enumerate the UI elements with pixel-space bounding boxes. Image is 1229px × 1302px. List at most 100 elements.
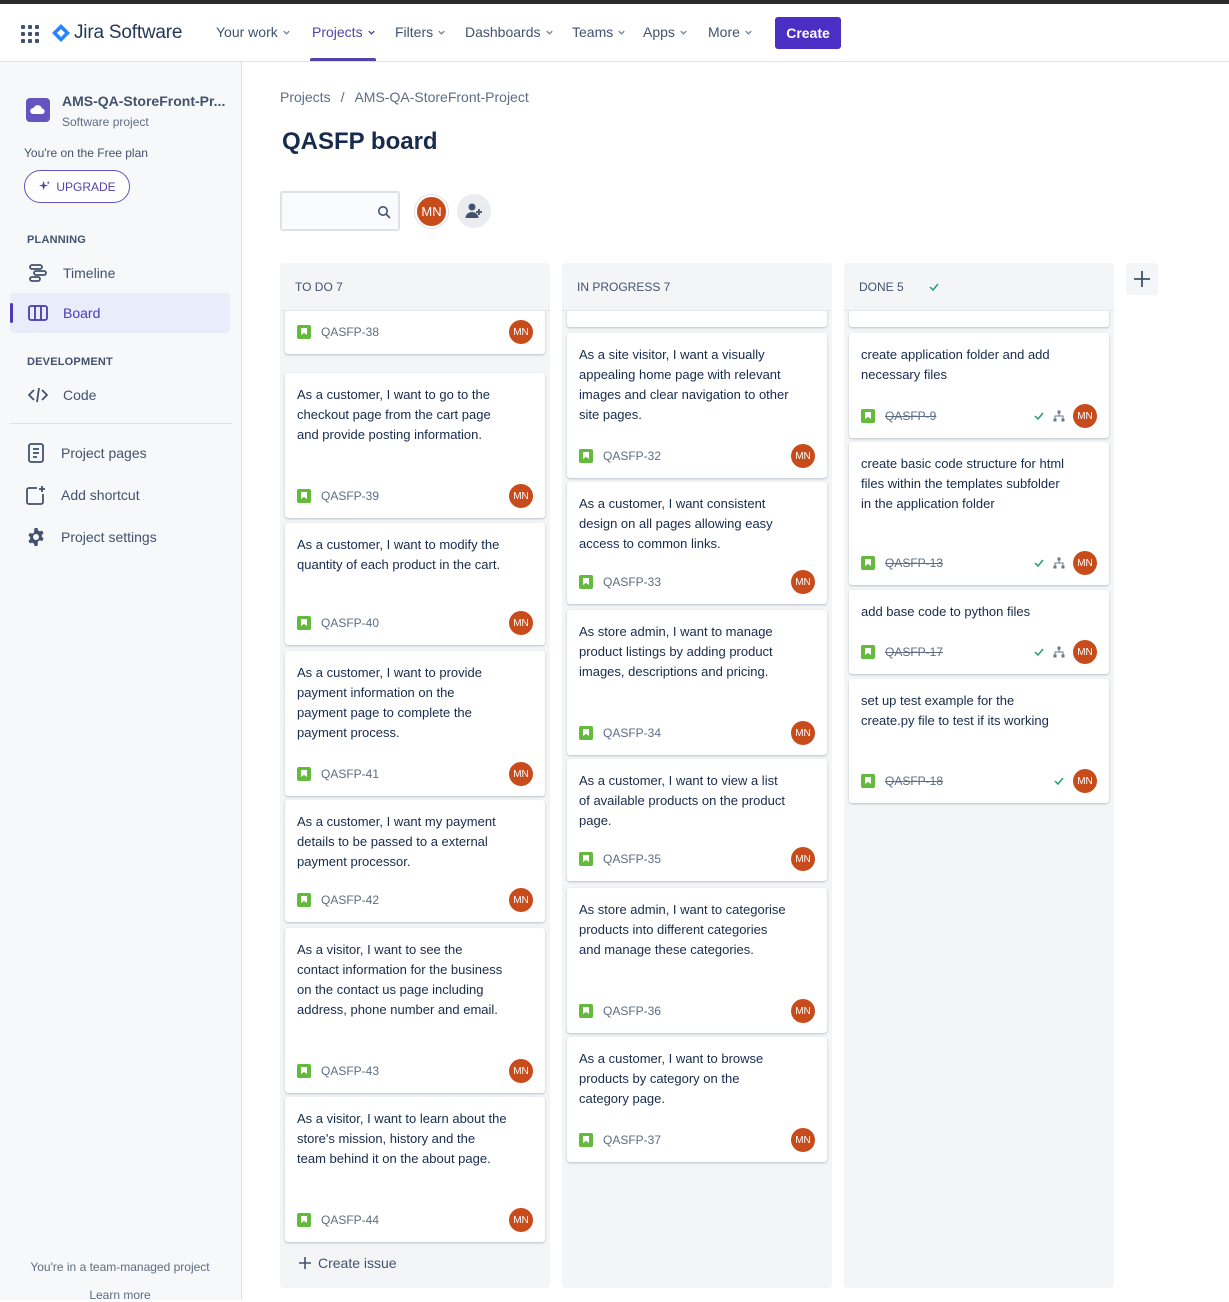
add-person-icon <box>465 203 482 218</box>
user-avatar-filter[interactable]: MN <box>415 195 448 228</box>
sidebar-item-project-settings[interactable]: Project settings <box>10 517 230 557</box>
sidebar-item-timeline[interactable]: Timeline <box>10 253 230 293</box>
assignee-avatar[interactable]: MN <box>509 762 533 786</box>
create-button[interactable]: Create <box>775 17 841 49</box>
issue-key[interactable]: QASFP-34 <box>603 726 661 740</box>
assignee-avatar[interactable]: MN <box>791 721 815 745</box>
issue-key[interactable]: QASFP-13 <box>885 556 943 570</box>
create-issue-button[interactable]: Create issue <box>298 1255 397 1271</box>
issue-card[interactable]: As a customer, I want to provide payment… <box>285 651 545 796</box>
assignee-avatar[interactable]: MN <box>791 570 815 594</box>
nav-filters[interactable]: Filters <box>395 24 446 40</box>
sidebar-item-add-shortcut[interactable]: Add shortcut <box>10 475 230 515</box>
chevron-down-icon <box>745 30 752 35</box>
subtask-hierarchy-icon[interactable] <box>1053 646 1065 658</box>
nav-label: Apps <box>643 24 675 40</box>
add-column-button[interactable] <box>1126 263 1158 295</box>
nav-teams[interactable]: Teams <box>572 24 626 40</box>
nav-dashboards[interactable]: Dashboards <box>465 24 554 40</box>
column-title: DONE 5 <box>859 279 904 294</box>
subtask-hierarchy-icon[interactable] <box>1053 410 1065 422</box>
assignee-avatar[interactable]: MN <box>791 847 815 871</box>
assignee-avatar[interactable]: MN <box>509 1208 533 1232</box>
issue-card[interactable]: As a customer, I want to view a list of … <box>567 759 827 881</box>
sidebar-item-project-pages[interactable]: Project pages <box>10 433 230 473</box>
assignee-avatar[interactable]: MN <box>1073 769 1097 793</box>
sidebar-item-code[interactable]: Code <box>10 375 230 415</box>
issue-key[interactable]: QASFP-40 <box>321 616 379 630</box>
assignee-avatar[interactable]: MN <box>1073 404 1097 428</box>
issue-key[interactable]: QASFP-38 <box>321 325 379 339</box>
issue-key[interactable]: QASFP-39 <box>321 489 379 503</box>
assignee-avatar[interactable]: MN <box>509 611 533 635</box>
card-footer: QASFP-39 MN <box>297 484 533 508</box>
nav-your-work[interactable]: Your work <box>216 24 291 40</box>
assignee-avatar[interactable]: MN <box>1073 551 1097 575</box>
assignee-avatar[interactable]: MN <box>1073 640 1097 664</box>
app-switcher-icon[interactable] <box>21 25 39 43</box>
issue-key[interactable]: QASFP-37 <box>603 1133 661 1147</box>
issue-key[interactable]: QASFP-33 <box>603 575 661 589</box>
search-input[interactable] <box>288 201 368 221</box>
issue-key[interactable]: QASFP-32 <box>603 449 661 463</box>
issue-key[interactable]: QASFP-43 <box>321 1064 379 1078</box>
issue-key[interactable]: QASFP-9 <box>885 409 936 423</box>
assignee-avatar[interactable]: MN <box>509 320 533 344</box>
assignee-avatar[interactable]: MN <box>791 1128 815 1152</box>
gear-icon <box>25 526 47 548</box>
issue-card[interactable]: As a visitor, I want to see the contact … <box>285 928 545 1093</box>
sidebar-item-board[interactable]: Board <box>10 293 230 333</box>
nav-projects[interactable]: Projects <box>312 24 376 40</box>
issue-card[interactable]: As store admin, I want to categorise pro… <box>567 888 827 1033</box>
card-summary: As a site visitor, I want a visually app… <box>579 347 789 422</box>
issue-key[interactable]: QASFP-36 <box>603 1004 661 1018</box>
assignee-avatar[interactable]: MN <box>509 888 533 912</box>
issue-card[interactable]: As a customer, I want to browse products… <box>567 1037 827 1162</box>
issue-key[interactable]: QASFP-41 <box>321 767 379 781</box>
issue-key[interactable]: QASFP-17 <box>885 645 943 659</box>
assignee-avatar[interactable]: MN <box>509 484 533 508</box>
card-summary: As a customer, I want to go to the check… <box>297 387 491 442</box>
add-people-button[interactable] <box>457 194 491 228</box>
team-managed-text: You're in a team-managed project <box>30 1260 210 1274</box>
issue-card[interactable]: add base code to python files QASFP-17 M… <box>849 590 1109 674</box>
column-header[interactable]: TO DO 7 <box>280 263 550 311</box>
issue-card[interactable]: As a customer, I want my payment details… <box>285 800 545 922</box>
issue-card[interactable]: As store admin, I want to manage product… <box>567 610 827 755</box>
issue-key[interactable]: QASFP-42 <box>321 893 379 907</box>
issue-card[interactable]: As a visitor, I want to learn about the … <box>285 1097 545 1242</box>
issue-card[interactable]: As a customer, I want to go to the check… <box>285 373 545 518</box>
assignee-avatar[interactable]: MN <box>509 1059 533 1083</box>
column-header[interactable]: DONE 5 <box>844 263 1114 311</box>
column-header[interactable]: IN PROGRESS 7 <box>562 263 832 311</box>
nav-more[interactable]: More <box>708 24 753 40</box>
chevron-down-icon <box>283 30 290 35</box>
issue-key[interactable]: QASFP-44 <box>321 1213 379 1227</box>
done-check-icon <box>1034 412 1044 421</box>
nav-label: Teams <box>572 24 614 40</box>
sidebar-item-label: Project pages <box>61 445 147 461</box>
issue-card[interactable]: create basic code structure for html fil… <box>849 442 1109 585</box>
issue-card[interactable]: set up test example for the create.py fi… <box>849 679 1109 803</box>
card-footer: QASFP-41 MN <box>297 762 533 786</box>
project-name[interactable]: AMS-QA-StoreFront-Pr... <box>62 93 232 109</box>
assignee-avatar[interactable]: MN <box>791 999 815 1023</box>
issue-card[interactable]: create application folder and add necess… <box>849 333 1109 438</box>
issue-card[interactable]: As a customer, I want to modify the quan… <box>285 523 545 645</box>
breadcrumb-projects[interactable]: Projects <box>280 89 331 105</box>
upgrade-button[interactable]: UPGRADE <box>24 170 130 203</box>
jira-logo[interactable]: Jira Software <box>52 21 182 45</box>
breadcrumb-project[interactable]: AMS-QA-StoreFront-Project <box>354 89 528 105</box>
subtask-hierarchy-icon[interactable] <box>1053 557 1065 569</box>
page-title: QASFP board <box>282 128 438 155</box>
sidebar-item-label: Timeline <box>63 265 116 281</box>
board-search[interactable] <box>280 191 400 231</box>
board-icon <box>27 302 49 324</box>
issue-key[interactable]: QASFP-35 <box>603 852 661 866</box>
issue-card[interactable]: As a customer, I want consistent design … <box>567 482 827 604</box>
issue-card[interactable]: As a site visitor, I want a visually app… <box>567 333 827 478</box>
assignee-avatar[interactable]: MN <box>791 444 815 468</box>
nav-apps[interactable]: Apps <box>643 24 688 40</box>
issue-key[interactable]: QASFP-18 <box>885 774 943 788</box>
story-icon <box>579 449 593 463</box>
